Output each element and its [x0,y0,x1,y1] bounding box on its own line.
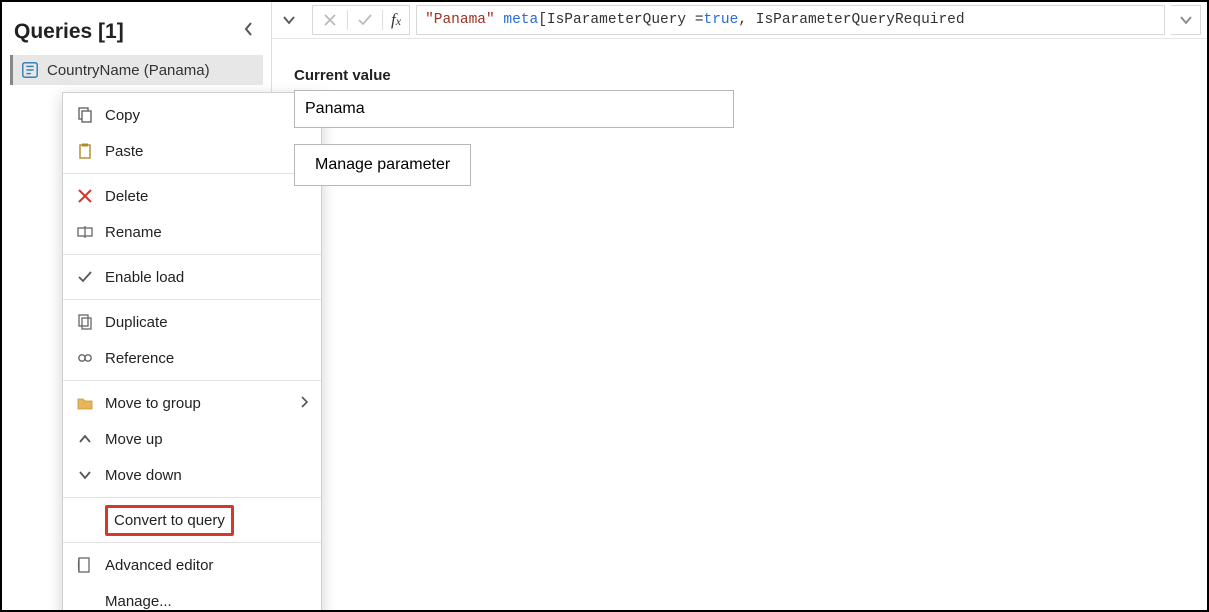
paste-icon [75,141,95,161]
menu-label: Paste [105,143,143,160]
chevron-down-icon [1179,13,1193,27]
parameter-panel: Current value Manage parameter [272,39,1207,214]
menu-label: Move down [105,467,182,484]
panel-dropdown-button[interactable] [272,5,306,35]
menu-label: Convert to query [114,512,225,529]
menu-label: Manage... [105,593,172,610]
queries-pane-title: Queries [1] [14,20,124,44]
rename-icon [75,222,95,242]
x-icon [323,13,337,27]
advanced-editor-icon [75,555,95,575]
formula-token: , IsParameterQueryRequired [738,12,964,28]
chevron-down-icon [282,13,296,27]
query-item-label: CountryName (Panama) [47,62,210,79]
menu-label: Delete [105,188,148,205]
menu-label: Move to group [105,395,201,412]
highlight-annotation: Convert to query [105,505,234,536]
cancel-formula-button[interactable] [313,5,347,35]
delete-icon [75,186,95,206]
formula-bar[interactable]: "Panama" meta [IsParameterQuery = true ,… [416,5,1165,35]
queries-pane-header: Queries [1] [10,12,263,55]
chevron-left-icon [243,22,255,36]
expand-formula-button[interactable] [1171,5,1201,35]
menu-label: Copy [105,107,140,124]
fx-icon: fx [383,10,409,30]
chevron-up-icon [75,429,95,449]
formula-token-string: "Panama" [425,12,495,28]
check-icon [75,267,95,287]
formula-token-keyword: meta [503,12,538,28]
parameter-icon [21,61,39,79]
app-frame: Queries [1] CountryName (Panama) Copy [0,0,1209,612]
confirm-formula-button[interactable] [348,5,382,35]
chevron-down-icon [75,465,95,485]
duplicate-icon [75,312,95,332]
menu-label: Duplicate [105,314,168,331]
blank-icon [75,591,95,611]
formula-token: [IsParameterQuery = [538,12,703,28]
current-value-input[interactable] [294,90,734,128]
query-item-countryname[interactable]: CountryName (Panama) [10,55,263,85]
reference-icon [75,348,95,368]
menu-label: Move up [105,431,163,448]
menu-label: Rename [105,224,162,241]
copy-icon [75,105,95,125]
formula-actions: fx [312,5,410,35]
menu-label: Advanced editor [105,557,213,574]
formula-bar-row: fx "Panama" meta [IsParameterQuery = tru… [272,2,1207,39]
manage-parameter-button[interactable]: Manage parameter [294,144,471,186]
folder-icon [75,393,95,413]
blank-icon [75,510,95,530]
menu-label: Reference [105,350,174,367]
formula-token-bool: true [704,12,739,28]
main-area: fx "Panama" meta [IsParameterQuery = tru… [272,2,1207,610]
check-icon [357,13,373,27]
menu-label: Enable load [105,269,184,286]
current-value-label: Current value [294,67,1185,84]
collapse-pane-button[interactable] [239,18,259,45]
